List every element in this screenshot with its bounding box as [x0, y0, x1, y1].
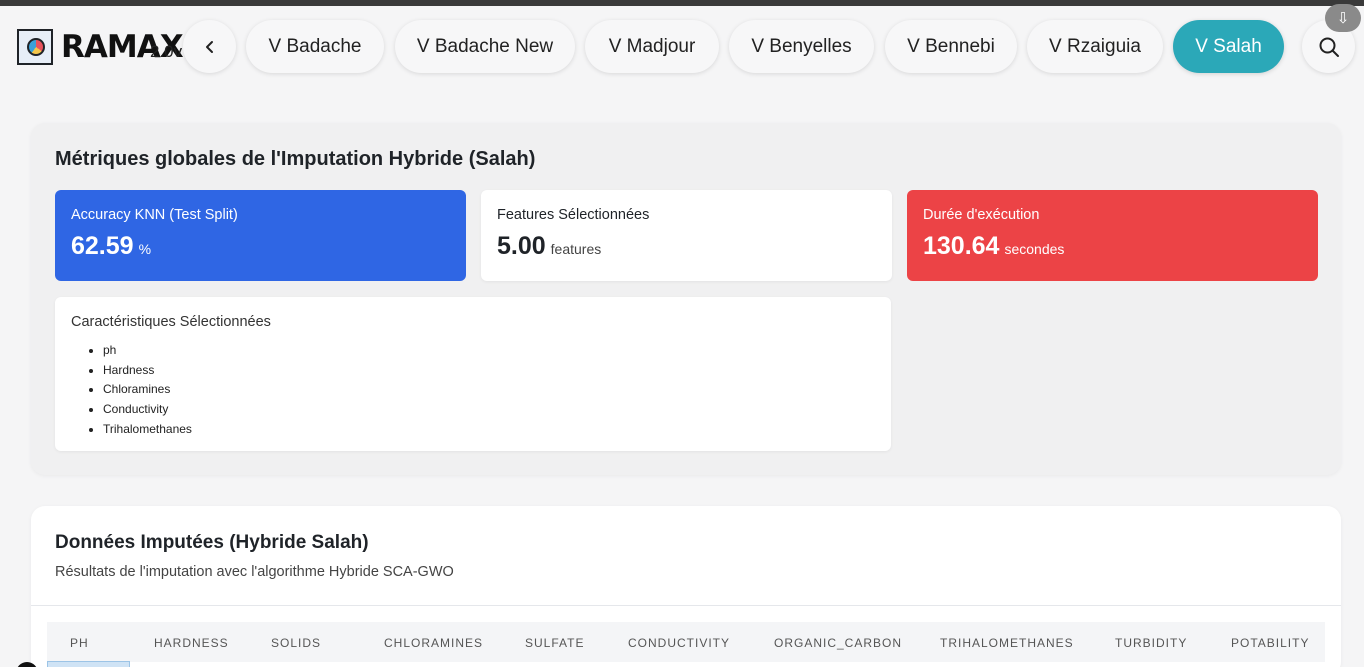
features-label: Features Sélectionnées [497, 207, 650, 223]
accuracy-value: 62.59 [71, 232, 134, 260]
chevron-left-icon [205, 40, 213, 53]
features-value: 5.00 [497, 232, 546, 260]
tab-v-badache[interactable]: V Badache [246, 20, 384, 73]
column-header[interactable]: HARDNESS [154, 636, 229, 650]
search-icon [1319, 37, 1339, 57]
app-logo-icon [17, 29, 53, 65]
column-header[interactable]: CHLORAMINES [384, 636, 483, 650]
divider [31, 605, 1341, 606]
accuracy-metric-card: Accuracy KNN (Test Split) 62.59 % [55, 190, 466, 281]
imputed-data-subtitle: Résultats de l'imputation avec l'algorit… [55, 564, 454, 580]
column-header[interactable]: CONDUCTIVITY [628, 636, 730, 650]
accuracy-unit: % [138, 241, 152, 257]
duration-label: Durée d'exécution [923, 207, 1040, 223]
app-version: 2.0v [150, 42, 183, 61]
back-button[interactable] [183, 20, 236, 73]
column-header[interactable]: SOLIDS [271, 636, 321, 650]
selected-features-card: Caractéristiques Sélectionnées ph Hardne… [55, 297, 891, 451]
table-header: PH HARDNESS SOLIDS CHLORAMINES SULFATE C… [47, 622, 1325, 662]
column-header[interactable]: ORGANIC_CARBON [774, 636, 902, 650]
tab-v-badache-new[interactable]: V Badache New [395, 20, 575, 73]
list-item: ph [103, 341, 875, 361]
duration-value: 130.64 [923, 232, 1000, 260]
list-item: Chloramines [103, 380, 875, 400]
tab-v-madjour[interactable]: V Madjour [585, 20, 719, 73]
tab-v-benyelles[interactable]: V Benyelles [729, 20, 874, 73]
accuracy-label: Accuracy KNN (Test Split) [71, 207, 238, 223]
download-icon[interactable]: ⇩ [1325, 4, 1361, 32]
features-unit: features [550, 241, 602, 257]
column-header[interactable]: TURBIDITY [1115, 636, 1187, 650]
duration-unit: secondes [1004, 241, 1065, 257]
column-header[interactable]: TRIHALOMETHANES [940, 636, 1074, 650]
column-header[interactable]: SULFATE [525, 636, 584, 650]
metrics-title: Métriques globales de l'Imputation Hybri… [55, 148, 536, 170]
tab-v-salah[interactable]: V Salah [1173, 20, 1284, 73]
tab-v-rzaiguia[interactable]: V Rzaiguia [1027, 20, 1163, 73]
list-item: Hardness [103, 361, 875, 381]
imputed-data-title: Données Imputées (Hybride Salah) [55, 532, 369, 553]
tab-v-bennebi[interactable]: V Bennebi [885, 20, 1017, 73]
selected-features-list: ph Hardness Chloramines Conductivity Tri… [71, 341, 875, 440]
table-row[interactable] [47, 661, 130, 667]
column-header[interactable]: PH [70, 636, 89, 650]
features-metric-card: Features Sélectionnées 5.00 features [481, 190, 892, 281]
list-item: Trihalomethanes [103, 420, 875, 440]
list-item: Conductivity [103, 400, 875, 420]
column-header[interactable]: POTABILITY [1231, 636, 1309, 650]
selected-features-label: Caractéristiques Sélectionnées [71, 314, 271, 330]
duration-metric-card: Durée d'exécution 130.64 secondes [907, 190, 1318, 281]
